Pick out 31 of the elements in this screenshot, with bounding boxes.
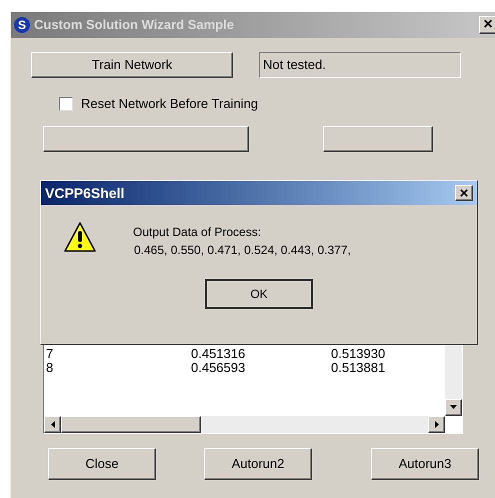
warning-icon bbox=[63, 221, 97, 253]
close-button[interactable]: × bbox=[455, 185, 473, 201]
right-arrow-icon bbox=[434, 420, 438, 428]
dialog-button[interactable]: Autorun2 bbox=[204, 448, 312, 480]
button[interactable] bbox=[43, 126, 249, 152]
table-cell-text: 0.451316 bbox=[191, 346, 246, 360]
checkbox-label[interactable]: Reset Network Before Training bbox=[81, 94, 258, 114]
dialog-button[interactable]: Close bbox=[48, 448, 156, 480]
close-button[interactable]: × bbox=[479, 16, 495, 34]
table-cell: 0.513930 bbox=[331, 346, 386, 360]
window-title: Custom Solution Wizard Sample bbox=[34, 16, 234, 34]
scroll-right-button[interactable] bbox=[428, 416, 445, 432]
table-cell-text: 7 bbox=[46, 346, 54, 360]
dialog-button[interactable]: Autorun3 bbox=[371, 448, 479, 480]
table-cell-text: 0.456593 bbox=[191, 360, 246, 374]
message-text: Output Data of Process: bbox=[133, 224, 262, 241]
message-box-title: VCPP6Shell bbox=[45, 184, 124, 202]
down-arrow-icon bbox=[450, 405, 457, 409]
left-arrow-icon bbox=[50, 420, 54, 428]
status-field: Not tested. bbox=[259, 52, 461, 78]
table-cell-text: 8 bbox=[46, 360, 54, 374]
train-network-button[interactable]: Train Network bbox=[31, 52, 233, 78]
scroll-thumb[interactable] bbox=[61, 416, 201, 432]
table-cell: 0.513881 bbox=[331, 360, 386, 374]
scroll-left-button[interactable] bbox=[44, 416, 61, 432]
ok-button[interactable]: OK bbox=[205, 279, 313, 309]
app-icon: S bbox=[14, 17, 30, 33]
message-values: 0.465, 0.550, 0.471, 0.524, 0.443, 0.377, bbox=[134, 242, 351, 259]
checkbox[interactable] bbox=[59, 96, 73, 111]
scroll-down-button[interactable] bbox=[445, 398, 462, 416]
button[interactable] bbox=[323, 126, 433, 152]
